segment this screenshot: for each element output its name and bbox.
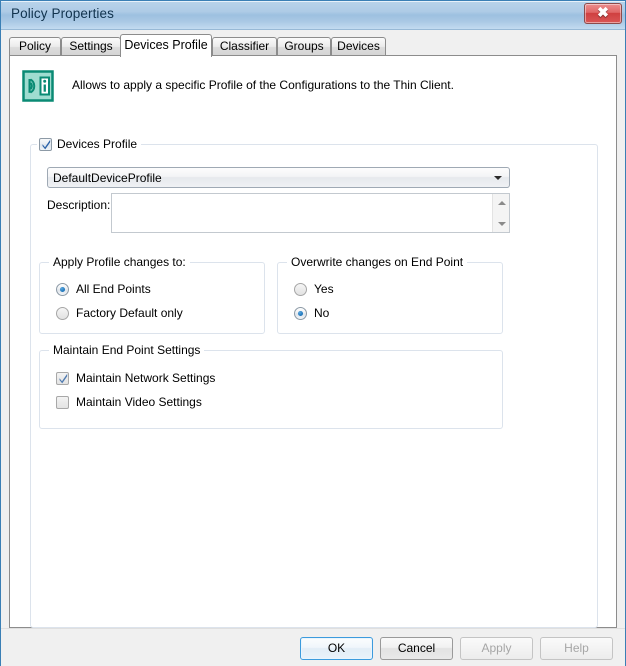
help-button: Help — [540, 637, 613, 660]
radio-dot-icon — [298, 310, 303, 316]
radio-all-end-points[interactable]: All End Points — [56, 282, 151, 296]
radio-overwrite-yes-indicator[interactable] — [294, 282, 307, 296]
apply-button: Apply — [460, 637, 533, 660]
devices-profile-enable-row[interactable]: Devices Profile — [37, 136, 142, 152]
tab-devices[interactable]: Devices — [331, 37, 386, 56]
radio-all-end-points-label: All End Points — [76, 282, 151, 296]
chevron-down-icon — [494, 175, 502, 180]
tab-description-text: Allows to apply a specific Profile of th… — [72, 78, 454, 92]
checkbox-maintain-video-settings[interactable]: Maintain Video Settings — [56, 395, 202, 409]
checkbox-maintain-network-settings-indicator[interactable] — [56, 371, 69, 385]
title-bar-highlight — [1, 1, 625, 2]
window-title: Policy Properties — [11, 6, 114, 21]
tab-policy[interactable]: Policy — [9, 37, 61, 56]
checkbox-maintain-video-settings-label: Maintain Video Settings — [76, 395, 202, 409]
tab-settings[interactable]: Settings — [61, 37, 121, 56]
radio-factory-default-only-indicator[interactable] — [56, 306, 69, 320]
checkmark-icon — [42, 139, 51, 150]
title-bar: Policy Properties ✖ — [1, 1, 625, 30]
radio-dot-icon — [60, 286, 65, 292]
tab-classifier[interactable]: Classifier — [212, 37, 277, 56]
device-profile-select-value: DefaultDeviceProfile — [53, 171, 162, 185]
radio-all-end-points-indicator[interactable] — [56, 282, 69, 296]
radio-factory-default-only-label: Factory Default only — [76, 306, 183, 320]
maintain-end-point-settings-legend: Maintain End Point Settings — [49, 343, 205, 357]
description-input[interactable] — [111, 193, 510, 233]
devices-profile-checkbox[interactable] — [39, 137, 52, 151]
dialog-button-bar: OK Cancel Apply Help — [1, 628, 625, 666]
checkmark-icon — [59, 373, 68, 384]
device-profile-select[interactable]: DefaultDeviceProfile — [47, 167, 510, 188]
devices-profile-groupbox: Devices Profile DefaultDeviceProfile Des… — [30, 136, 598, 628]
apply-profile-changes-legend: Apply Profile changes to: — [49, 255, 190, 269]
description-scrollbar[interactable] — [492, 194, 509, 232]
ok-button[interactable]: OK — [300, 637, 373, 660]
radio-overwrite-yes-label: Yes — [314, 282, 334, 296]
scroll-up-arrow-icon[interactable] — [493, 194, 510, 211]
radio-overwrite-no-indicator[interactable] — [294, 306, 307, 320]
thin-client-device-icon — [22, 70, 54, 102]
overwrite-changes-legend: Overwrite changes on End Point — [287, 255, 468, 269]
devices-profile-label: Devices Profile — [57, 137, 138, 151]
radio-factory-default-only[interactable]: Factory Default only — [56, 306, 183, 320]
dialog-client-area: Policy Settings Devices Profile Classifi… — [1, 30, 625, 666]
tab-strip: Policy Settings Devices Profile Classifi… — [9, 34, 617, 57]
checkbox-maintain-network-settings[interactable]: Maintain Network Settings — [56, 371, 215, 385]
radio-overwrite-no[interactable]: No — [294, 306, 329, 320]
tab-groups[interactable]: Groups — [277, 37, 331, 56]
radio-overwrite-yes[interactable]: Yes — [294, 282, 334, 296]
description-label: Description: — [47, 198, 111, 212]
checkbox-maintain-video-settings-indicator[interactable] — [56, 395, 69, 409]
close-button[interactable]: ✖ — [584, 3, 622, 24]
tab-devices-profile[interactable]: Devices Profile — [120, 34, 212, 57]
devices-profile-tab-page: Allows to apply a specific Profile of th… — [9, 55, 617, 628]
radio-overwrite-no-label: No — [314, 306, 330, 320]
close-icon: ✖ — [597, 6, 609, 21]
checkbox-maintain-network-settings-label: Maintain Network Settings — [76, 371, 216, 385]
cancel-button[interactable]: Cancel — [380, 637, 453, 660]
maintain-end-point-settings-groupbox: Maintain End Point Settings Maintain Net… — [39, 343, 503, 429]
policy-properties-dialog: Policy Properties ✖ Policy Settings Devi… — [0, 0, 626, 666]
apply-profile-changes-groupbox: Apply Profile changes to: All End Points… — [39, 255, 265, 334]
overwrite-changes-groupbox: Overwrite changes on End Point Yes No — [277, 255, 503, 334]
scroll-down-arrow-icon[interactable] — [493, 215, 510, 232]
